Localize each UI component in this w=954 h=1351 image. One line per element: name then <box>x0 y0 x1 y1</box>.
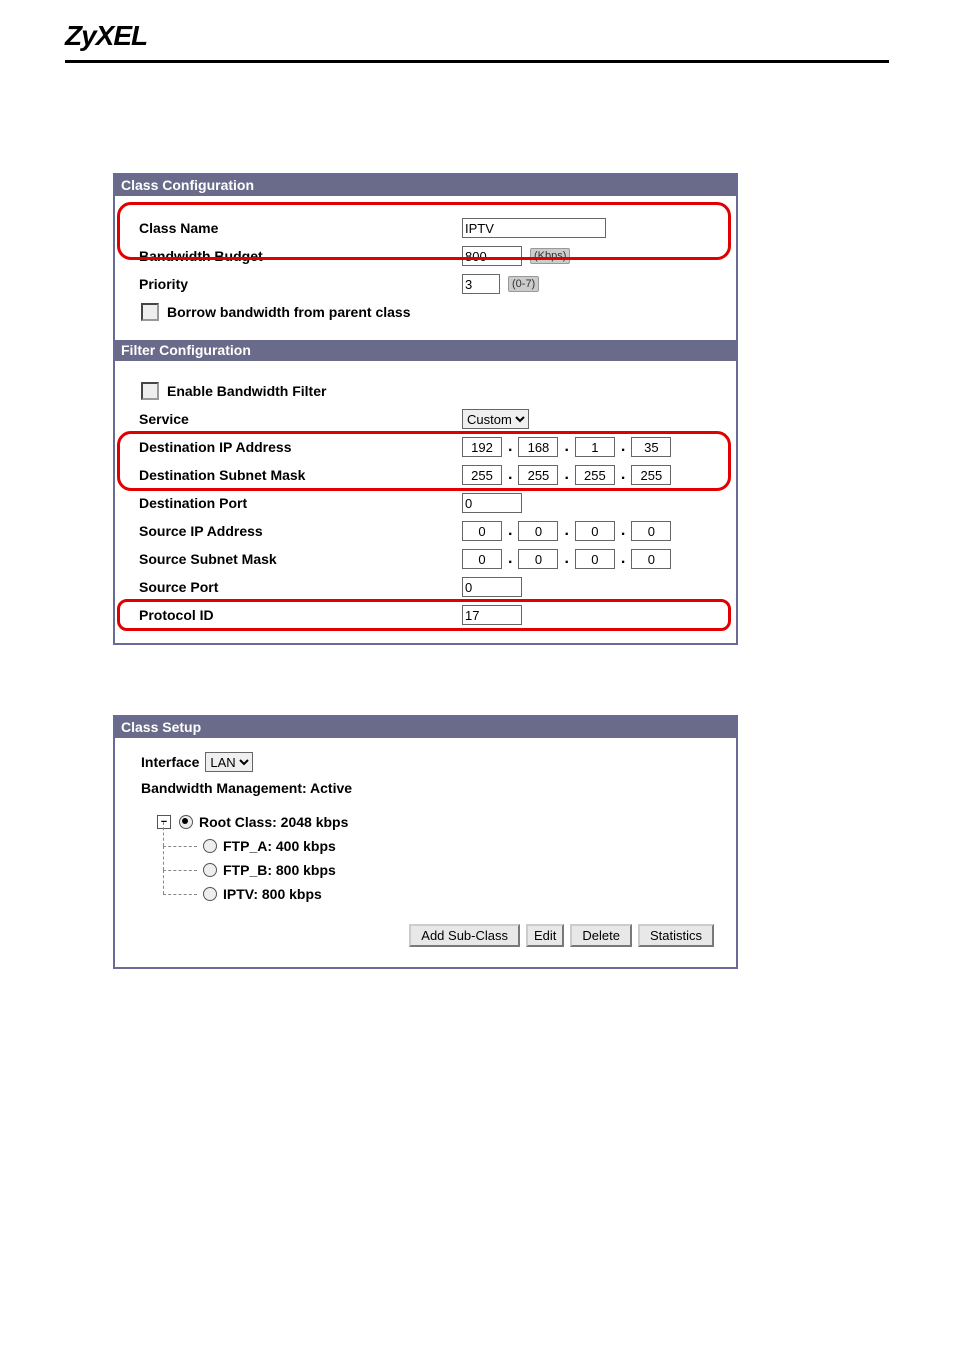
borrow-checkbox[interactable] <box>141 303 159 321</box>
class-setup-title: Class Setup <box>115 717 736 738</box>
src-ip-3[interactable] <box>575 521 615 541</box>
filter-config-title: Filter Configuration <box>115 340 736 361</box>
enable-filter-label: Enable Bandwidth Filter <box>167 383 326 399</box>
src-mask-3[interactable] <box>575 549 615 569</box>
class-label: FTP_A: 400 kbps <box>223 838 336 854</box>
service-select[interactable]: Custom <box>462 409 529 429</box>
class-name-label: Class Name <box>127 220 462 236</box>
src-mask-4[interactable] <box>631 549 671 569</box>
dest-mask-4[interactable] <box>631 465 671 485</box>
bandwidth-budget-label: Bandwidth Budget <box>127 248 462 264</box>
bandwidth-budget-input[interactable] <box>462 246 522 266</box>
edit-button[interactable]: Edit <box>526 924 564 947</box>
logo: ZyXEL <box>65 20 147 51</box>
page-header: ZyXEL <box>0 0 954 52</box>
src-ip-1[interactable] <box>462 521 502 541</box>
dest-mask-1[interactable] <box>462 465 502 485</box>
class-tree: − Root Class: 2048 kbps FTP_A: 400 kbps … <box>127 810 724 906</box>
dest-mask-3[interactable] <box>575 465 615 485</box>
src-mask-1[interactable] <box>462 549 502 569</box>
dest-mask-2[interactable] <box>518 465 558 485</box>
borrow-label: Borrow bandwidth from parent class <box>167 304 410 320</box>
src-port-input[interactable] <box>462 577 522 597</box>
src-ip-4[interactable] <box>631 521 671 541</box>
bandwidth-unit-hint: (Kbps) <box>530 248 570 264</box>
class-config-title: Class Configuration <box>115 175 736 196</box>
protocol-input[interactable] <box>462 605 522 625</box>
tree-collapse-icon[interactable]: − <box>157 815 171 829</box>
class-radio-ftp-a[interactable] <box>203 839 217 853</box>
protocol-label: Protocol ID <box>127 607 462 623</box>
root-class-label: Root Class: 2048 kbps <box>199 814 348 830</box>
class-radio-iptv[interactable] <box>203 887 217 901</box>
src-ip-2[interactable] <box>518 521 558 541</box>
dest-ip-3[interactable] <box>575 437 615 457</box>
dest-port-input[interactable] <box>462 493 522 513</box>
dest-ip-1[interactable] <box>462 437 502 457</box>
class-setup-panel: Class Setup Interface LAN Bandwidth Mana… <box>113 715 738 969</box>
dest-port-label: Destination Port <box>127 495 462 511</box>
src-port-label: Source Port <box>127 579 462 595</box>
src-mask-2[interactable] <box>518 549 558 569</box>
dest-ip-label: Destination IP Address <box>127 439 462 455</box>
class-config-panel: Class Configuration Class Name Bandwidth… <box>113 173 738 645</box>
class-label: FTP_B: 800 kbps <box>223 862 336 878</box>
class-name-input[interactable] <box>462 218 606 238</box>
statistics-button[interactable]: Statistics <box>638 924 714 947</box>
service-label: Service <box>127 411 462 427</box>
class-radio-ftp-b[interactable] <box>203 863 217 877</box>
dest-ip-2[interactable] <box>518 437 558 457</box>
priority-hint: (0-7) <box>508 276 539 292</box>
priority-input[interactable] <box>462 274 500 294</box>
dest-ip-4[interactable] <box>631 437 671 457</box>
dest-mask-label: Destination Subnet Mask <box>127 467 462 483</box>
priority-label: Priority <box>127 276 462 292</box>
interface-label: Interface <box>141 754 199 770</box>
delete-button[interactable]: Delete <box>570 924 632 947</box>
class-label: IPTV: 800 kbps <box>223 886 322 902</box>
src-mask-label: Source Subnet Mask <box>127 551 462 567</box>
bandwidth-mgmt-status: Bandwidth Management: Active <box>127 776 724 810</box>
src-ip-label: Source IP Address <box>127 523 462 539</box>
interface-select[interactable]: LAN <box>205 752 253 772</box>
header-divider <box>65 60 889 63</box>
enable-filter-checkbox[interactable] <box>141 382 159 400</box>
add-subclass-button[interactable]: Add Sub-Class <box>409 924 520 947</box>
root-class-radio[interactable] <box>179 815 193 829</box>
